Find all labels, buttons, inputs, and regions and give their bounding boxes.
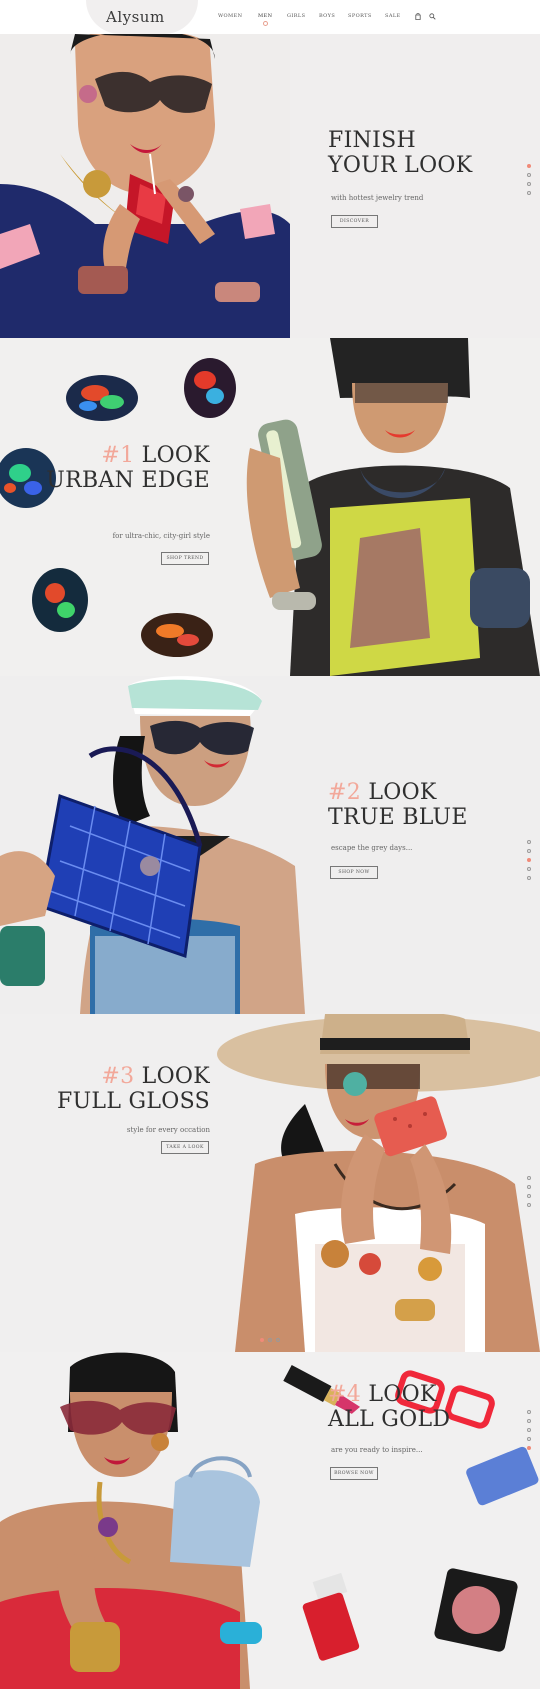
slide-pagination-horizontal	[260, 1338, 280, 1343]
model-photo-straw-hat	[215, 1014, 540, 1352]
pagination-dot-4[interactable]	[527, 191, 531, 195]
pagination-h-dot-3[interactable]	[276, 1338, 280, 1342]
pagination-dot-4[interactable]	[527, 867, 531, 871]
headline-line-2: YOUR LOOK	[328, 153, 473, 178]
look-word: LOOK	[141, 443, 210, 468]
pagination-h-dot-1[interactable]	[260, 1338, 264, 1342]
bag-icon[interactable]	[415, 12, 421, 22]
headline-line-1: #3 LOOK	[40, 1064, 210, 1089]
pagination-dot-1[interactable]	[527, 840, 531, 844]
slide-headline: #3 LOOK FULL GLOSS	[40, 1064, 210, 1114]
headline-line-2: TRUE BLUE	[328, 805, 468, 830]
pagination-h-dot-2[interactable]	[268, 1338, 272, 1342]
slide-headline: FINISH YOUR LOOK	[328, 128, 472, 178]
slide-pagination	[527, 164, 533, 200]
opal-stone-5	[141, 613, 213, 657]
pagination-dot-1[interactable]	[527, 1410, 531, 1414]
slide-headline: #1 LOOK URBAN EDGE	[40, 443, 210, 493]
search-icon[interactable]	[429, 13, 436, 22]
slide-pagination-vertical	[527, 1176, 533, 1212]
slide-headline: #4 LOOK ALL GOLD	[328, 1382, 450, 1432]
pagination-dot-5[interactable]	[527, 1446, 531, 1450]
browse-now-button[interactable]: BROWSE NOW	[330, 1467, 378, 1480]
slide-subline: style for every occation	[126, 1126, 210, 1134]
headline-line-1: #4 LOOK	[328, 1382, 450, 1407]
headline-line-2: FULL GLOSS	[57, 1089, 210, 1114]
opal-stone-4	[32, 568, 88, 632]
model-photo-accessories	[0, 1352, 540, 1689]
look-number: #2	[328, 780, 362, 805]
model-photo-soda-can	[0, 34, 290, 338]
pagination-dot-3[interactable]	[527, 858, 531, 862]
nav-item-women[interactable]: WOMEN	[218, 13, 242, 19]
opal-stone-1	[66, 375, 138, 421]
headline-line-2: ALL GOLD	[328, 1407, 451, 1432]
slide-headline: #2 LOOK TRUE BLUE	[328, 780, 468, 830]
nav-item-girls[interactable]: GIRLS	[287, 13, 305, 19]
model-photo-blue-bag	[0, 676, 305, 1014]
hero-slide-finish-your-look: FINISH YOUR LOOK with hottest jewelry tr…	[0, 0, 540, 338]
slide-subline: for ultra-chic, city-girl style	[112, 532, 210, 540]
slide-subline: escape the grey days...	[331, 844, 413, 852]
slide-urban-edge: #1 LOOK URBAN EDGE for ultra-chic, city-…	[0, 338, 540, 676]
slide-all-gold: #4 LOOK ALL GOLD are you ready to inspir…	[0, 1352, 540, 1689]
look-word: LOOK	[368, 1382, 437, 1407]
opal-stones-and-model-photo	[0, 338, 540, 676]
slide-pagination	[527, 1410, 533, 1455]
nav-item-sports[interactable]: SPORTS	[348, 13, 372, 19]
headline-line-1: FINISH	[328, 128, 416, 153]
nav-item-men[interactable]: MEN	[258, 13, 272, 26]
site-header: Alysum WOMEN MEN GIRLS BOYS SPORTS SALE	[0, 0, 540, 34]
headline-line-1: #1 LOOK	[40, 443, 210, 468]
headline-line-1: #2 LOOK	[328, 780, 468, 805]
pagination-dot-5[interactable]	[527, 876, 531, 880]
pagination-dot-1[interactable]	[527, 1176, 531, 1180]
pagination-dot-3[interactable]	[527, 182, 531, 186]
pagination-dot-4[interactable]	[527, 1437, 531, 1441]
take-a-look-button[interactable]: TAKE A LOOK	[161, 1141, 209, 1154]
blush-compact	[434, 1568, 518, 1652]
shop-trend-button[interactable]: SHOP TREND	[161, 552, 209, 565]
pagination-dot-1[interactable]	[527, 164, 531, 168]
look-word: LOOK	[368, 780, 437, 805]
pagination-dot-3[interactable]	[527, 1194, 531, 1198]
look-number: #3	[101, 1064, 135, 1089]
pagination-dot-3[interactable]	[527, 1428, 531, 1432]
opal-stone-2	[184, 358, 236, 418]
look-number: #1	[101, 443, 135, 468]
slide-true-blue: #2 LOOK TRUE BLUE escape the grey days..…	[0, 676, 540, 1014]
slide-subline: with hottest jewelry trend	[331, 194, 424, 202]
pagination-dot-4[interactable]	[527, 1203, 531, 1207]
look-word: LOOK	[141, 1064, 210, 1089]
slide-pagination	[527, 840, 533, 885]
nav-item-boys[interactable]: BOYS	[319, 13, 335, 19]
pagination-dot-2[interactable]	[527, 1185, 531, 1189]
pagination-dot-2[interactable]	[527, 173, 531, 177]
slide-subline: are you ready to inspire...	[331, 1446, 423, 1454]
pagination-dot-2[interactable]	[527, 849, 531, 853]
headline-line-2: URBAN EDGE	[46, 468, 210, 493]
look-number: #4	[328, 1382, 362, 1407]
pagination-dot-2[interactable]	[527, 1419, 531, 1423]
discover-button[interactable]: DISCOVER	[331, 215, 378, 228]
nav-item-sale[interactable]: SALE	[385, 13, 401, 19]
shop-now-button[interactable]: SHOP NOW	[330, 866, 378, 879]
site-logo[interactable]: Alysum	[106, 8, 165, 26]
slide-full-gloss: #3 LOOK FULL GLOSS style for every occat…	[0, 1014, 540, 1352]
